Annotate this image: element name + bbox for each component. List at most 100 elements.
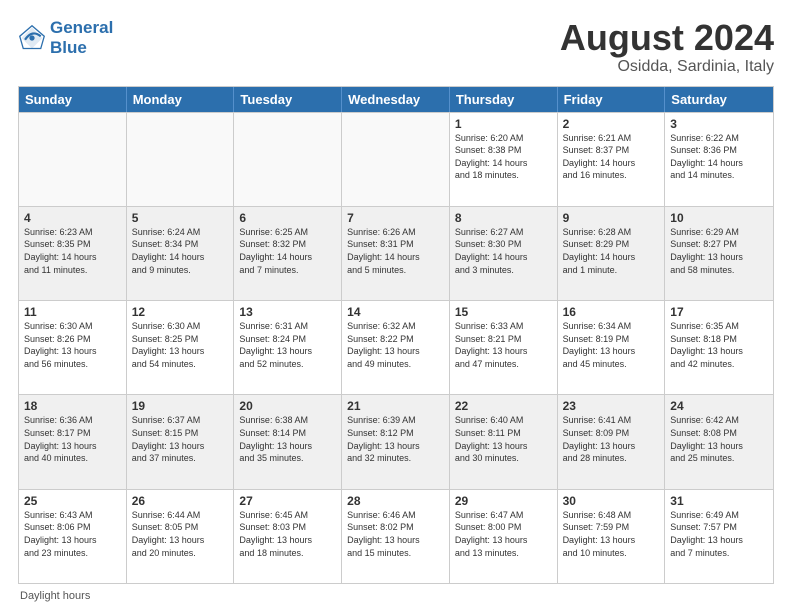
cal-cell-5-1: 25Sunrise: 6:43 AM Sunset: 8:06 PM Dayli…: [19, 490, 127, 583]
cal-cell-5-5: 29Sunrise: 6:47 AM Sunset: 8:00 PM Dayli…: [450, 490, 558, 583]
cal-cell-5-4: 28Sunrise: 6:46 AM Sunset: 8:02 PM Dayli…: [342, 490, 450, 583]
cal-cell-3-3: 13Sunrise: 6:31 AM Sunset: 8:24 PM Dayli…: [234, 301, 342, 394]
day-info: Sunrise: 6:35 AM Sunset: 8:18 PM Dayligh…: [670, 320, 768, 370]
header-day-friday: Friday: [558, 87, 666, 112]
calendar-header: SundayMondayTuesdayWednesdayThursdayFrid…: [19, 87, 773, 112]
cal-cell-3-5: 15Sunrise: 6:33 AM Sunset: 8:21 PM Dayli…: [450, 301, 558, 394]
cal-cell-4-6: 23Sunrise: 6:41 AM Sunset: 8:09 PM Dayli…: [558, 395, 666, 488]
day-number: 28: [347, 494, 444, 508]
day-info: Sunrise: 6:22 AM Sunset: 8:36 PM Dayligh…: [670, 132, 768, 182]
cal-cell-3-6: 16Sunrise: 6:34 AM Sunset: 8:19 PM Dayli…: [558, 301, 666, 394]
day-info: Sunrise: 6:33 AM Sunset: 8:21 PM Dayligh…: [455, 320, 552, 370]
header-day-wednesday: Wednesday: [342, 87, 450, 112]
cal-cell-1-2: [127, 113, 235, 206]
cal-cell-2-3: 6Sunrise: 6:25 AM Sunset: 8:32 PM Daylig…: [234, 207, 342, 300]
cal-cell-5-6: 30Sunrise: 6:48 AM Sunset: 7:59 PM Dayli…: [558, 490, 666, 583]
location: Osidda, Sardinia, Italy: [560, 58, 774, 76]
day-number: 24: [670, 399, 768, 413]
day-number: 30: [563, 494, 660, 508]
logo-general: General: [50, 18, 113, 37]
day-info: Sunrise: 6:38 AM Sunset: 8:14 PM Dayligh…: [239, 414, 336, 464]
cal-cell-1-5: 1Sunrise: 6:20 AM Sunset: 8:38 PM Daylig…: [450, 113, 558, 206]
logo: General Blue: [18, 18, 113, 57]
day-info: Sunrise: 6:49 AM Sunset: 7:57 PM Dayligh…: [670, 509, 768, 559]
day-number: 9: [563, 211, 660, 225]
cal-cell-1-4: [342, 113, 450, 206]
cal-cell-4-2: 19Sunrise: 6:37 AM Sunset: 8:15 PM Dayli…: [127, 395, 235, 488]
daylight-label: Daylight hours: [20, 590, 90, 602]
header: General Blue August 2024 Osidda, Sardini…: [18, 18, 774, 76]
day-number: 6: [239, 211, 336, 225]
day-info: Sunrise: 6:41 AM Sunset: 8:09 PM Dayligh…: [563, 414, 660, 464]
day-number: 18: [24, 399, 121, 413]
day-number: 16: [563, 305, 660, 319]
calendar-week-3: 11Sunrise: 6:30 AM Sunset: 8:26 PM Dayli…: [19, 300, 773, 394]
header-day-saturday: Saturday: [665, 87, 773, 112]
day-number: 8: [455, 211, 552, 225]
day-number: 10: [670, 211, 768, 225]
header-day-monday: Monday: [127, 87, 235, 112]
day-number: 1: [455, 117, 552, 131]
cal-cell-2-6: 9Sunrise: 6:28 AM Sunset: 8:29 PM Daylig…: [558, 207, 666, 300]
cal-cell-2-7: 10Sunrise: 6:29 AM Sunset: 8:27 PM Dayli…: [665, 207, 773, 300]
title-block: August 2024 Osidda, Sardinia, Italy: [560, 18, 774, 76]
day-number: 27: [239, 494, 336, 508]
calendar-week-5: 25Sunrise: 6:43 AM Sunset: 8:06 PM Dayli…: [19, 489, 773, 583]
day-number: 25: [24, 494, 121, 508]
day-number: 20: [239, 399, 336, 413]
day-info: Sunrise: 6:36 AM Sunset: 8:17 PM Dayligh…: [24, 414, 121, 464]
day-number: 14: [347, 305, 444, 319]
day-info: Sunrise: 6:23 AM Sunset: 8:35 PM Dayligh…: [24, 226, 121, 276]
day-number: 17: [670, 305, 768, 319]
day-info: Sunrise: 6:46 AM Sunset: 8:02 PM Dayligh…: [347, 509, 444, 559]
cal-cell-2-2: 5Sunrise: 6:24 AM Sunset: 8:34 PM Daylig…: [127, 207, 235, 300]
header-day-thursday: Thursday: [450, 87, 558, 112]
day-number: 3: [670, 117, 768, 131]
logo-line2: Blue: [50, 38, 113, 58]
cal-cell-3-4: 14Sunrise: 6:32 AM Sunset: 8:22 PM Dayli…: [342, 301, 450, 394]
day-number: 7: [347, 211, 444, 225]
page: General Blue August 2024 Osidda, Sardini…: [0, 0, 792, 612]
day-info: Sunrise: 6:39 AM Sunset: 8:12 PM Dayligh…: [347, 414, 444, 464]
day-info: Sunrise: 6:30 AM Sunset: 8:25 PM Dayligh…: [132, 320, 229, 370]
cal-cell-4-7: 24Sunrise: 6:42 AM Sunset: 8:08 PM Dayli…: [665, 395, 773, 488]
day-info: Sunrise: 6:21 AM Sunset: 8:37 PM Dayligh…: [563, 132, 660, 182]
day-info: Sunrise: 6:24 AM Sunset: 8:34 PM Dayligh…: [132, 226, 229, 276]
day-info: Sunrise: 6:27 AM Sunset: 8:30 PM Dayligh…: [455, 226, 552, 276]
calendar-week-1: 1Sunrise: 6:20 AM Sunset: 8:38 PM Daylig…: [19, 112, 773, 206]
day-number: 2: [563, 117, 660, 131]
cal-cell-3-1: 11Sunrise: 6:30 AM Sunset: 8:26 PM Dayli…: [19, 301, 127, 394]
day-info: Sunrise: 6:37 AM Sunset: 8:15 PM Dayligh…: [132, 414, 229, 464]
logo-line1: General: [50, 18, 113, 38]
day-info: Sunrise: 6:43 AM Sunset: 8:06 PM Dayligh…: [24, 509, 121, 559]
calendar: SundayMondayTuesdayWednesdayThursdayFrid…: [18, 86, 774, 584]
day-info: Sunrise: 6:32 AM Sunset: 8:22 PM Dayligh…: [347, 320, 444, 370]
day-number: 31: [670, 494, 768, 508]
day-number: 15: [455, 305, 552, 319]
day-info: Sunrise: 6:28 AM Sunset: 8:29 PM Dayligh…: [563, 226, 660, 276]
logo-text-block: General Blue: [50, 18, 113, 57]
cal-cell-4-4: 21Sunrise: 6:39 AM Sunset: 8:12 PM Dayli…: [342, 395, 450, 488]
day-info: Sunrise: 6:20 AM Sunset: 8:38 PM Dayligh…: [455, 132, 552, 182]
cal-cell-5-2: 26Sunrise: 6:44 AM Sunset: 8:05 PM Dayli…: [127, 490, 235, 583]
day-number: 19: [132, 399, 229, 413]
day-info: Sunrise: 6:48 AM Sunset: 7:59 PM Dayligh…: [563, 509, 660, 559]
day-info: Sunrise: 6:34 AM Sunset: 8:19 PM Dayligh…: [563, 320, 660, 370]
day-info: Sunrise: 6:42 AM Sunset: 8:08 PM Dayligh…: [670, 414, 768, 464]
cal-cell-1-3: [234, 113, 342, 206]
header-day-sunday: Sunday: [19, 87, 127, 112]
day-info: Sunrise: 6:29 AM Sunset: 8:27 PM Dayligh…: [670, 226, 768, 276]
day-info: Sunrise: 6:47 AM Sunset: 8:00 PM Dayligh…: [455, 509, 552, 559]
calendar-body: 1Sunrise: 6:20 AM Sunset: 8:38 PM Daylig…: [19, 112, 773, 583]
cal-cell-4-1: 18Sunrise: 6:36 AM Sunset: 8:17 PM Dayli…: [19, 395, 127, 488]
cal-cell-3-7: 17Sunrise: 6:35 AM Sunset: 8:18 PM Dayli…: [665, 301, 773, 394]
day-number: 29: [455, 494, 552, 508]
day-number: 22: [455, 399, 552, 413]
cal-cell-5-3: 27Sunrise: 6:45 AM Sunset: 8:03 PM Dayli…: [234, 490, 342, 583]
day-number: 21: [347, 399, 444, 413]
cal-cell-2-5: 8Sunrise: 6:27 AM Sunset: 8:30 PM Daylig…: [450, 207, 558, 300]
month-year: August 2024: [560, 18, 774, 58]
day-info: Sunrise: 6:26 AM Sunset: 8:31 PM Dayligh…: [347, 226, 444, 276]
day-info: Sunrise: 6:40 AM Sunset: 8:11 PM Dayligh…: [455, 414, 552, 464]
calendar-week-2: 4Sunrise: 6:23 AM Sunset: 8:35 PM Daylig…: [19, 206, 773, 300]
